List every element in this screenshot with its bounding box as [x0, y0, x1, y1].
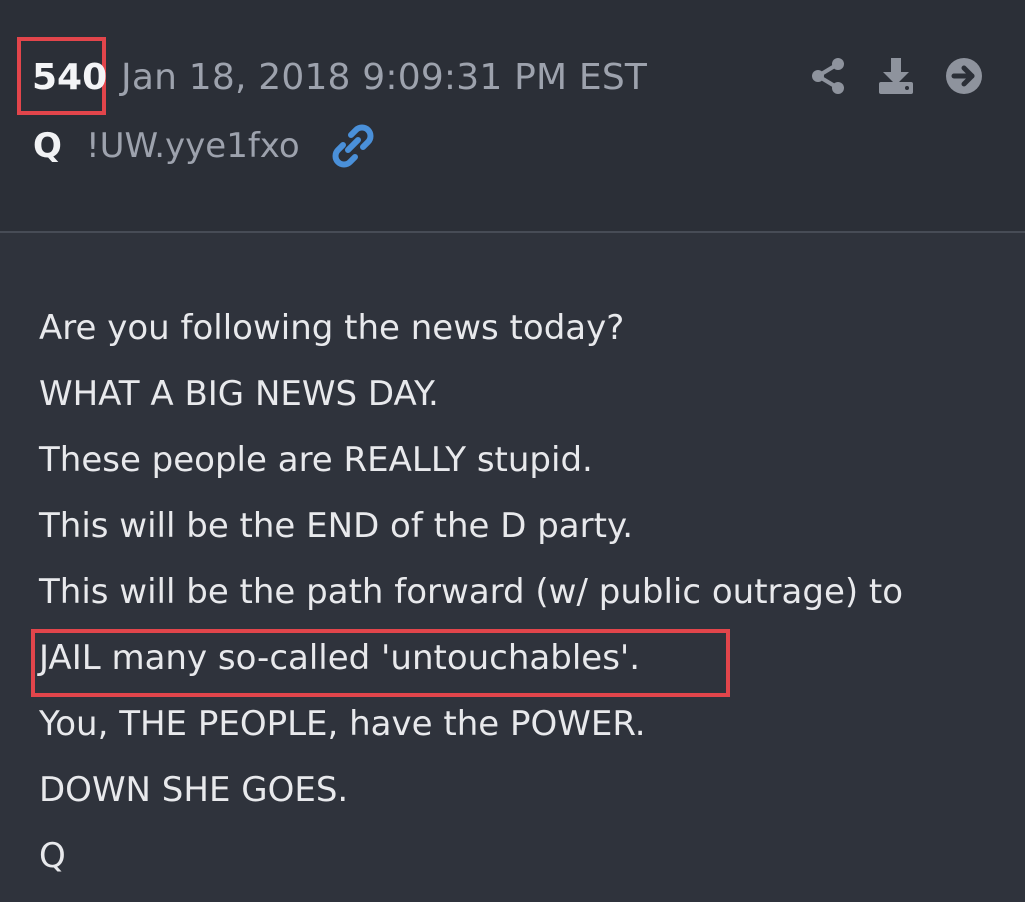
post-line: WHAT A BIG NEWS DAY.	[39, 374, 439, 414]
post-line: You, THE PEOPLE, have the POWER.	[39, 704, 646, 744]
line-highlight	[31, 629, 730, 697]
post-line: Are you following the news today?	[39, 308, 625, 348]
post-actions	[809, 56, 983, 96]
post-body: Are you following the news today? WHAT A…	[39, 295, 969, 889]
post-number[interactable]: 540	[32, 56, 107, 100]
post-line: This will be the END of the D party.	[39, 506, 634, 546]
download-icon[interactable]	[877, 56, 915, 96]
arrow-right-icon[interactable]	[945, 56, 983, 96]
post-line: DOWN SHE GOES.	[39, 770, 349, 810]
link-icon[interactable]	[328, 124, 376, 168]
post-line: This will be the path forward (w/ public…	[39, 572, 904, 612]
author-name: Q	[33, 126, 62, 166]
post-header	[0, 0, 1025, 232]
author-tripcode: !UW.yye1fxo	[86, 126, 300, 166]
share-icon[interactable]	[809, 56, 847, 96]
post-signature: Q	[39, 836, 66, 876]
post-line: These people are REALLY stupid.	[39, 440, 593, 480]
post-timestamp: Jan 18, 2018 9:09:31 PM EST	[121, 57, 648, 98]
header-divider	[0, 231, 1025, 233]
